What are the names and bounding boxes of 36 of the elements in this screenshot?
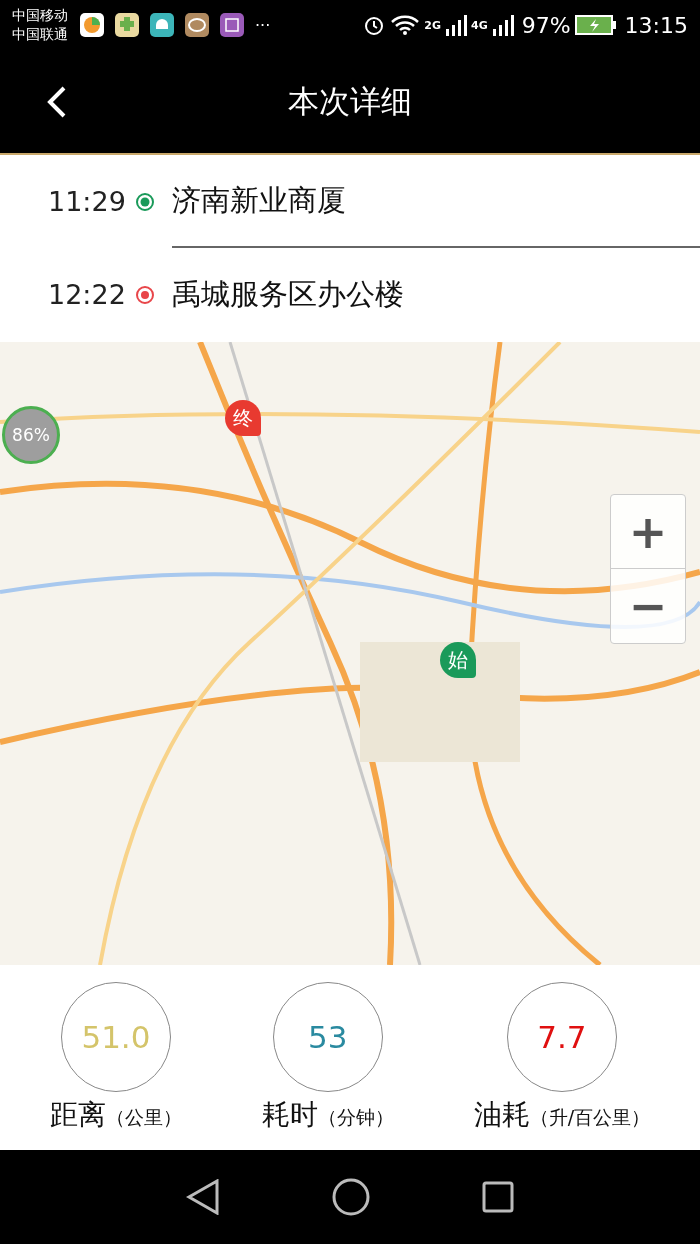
wifi-icon [390, 14, 421, 36]
app-icon [185, 13, 209, 37]
carrier-name: 中国移动 [12, 6, 68, 25]
stat-unit: （公里） [105, 1104, 182, 1130]
home-icon[interactable] [332, 1178, 370, 1216]
signal-icon [491, 14, 514, 36]
stop-name: 济南新业商厦 [172, 155, 700, 248]
stat-value: 51.0 [81, 1018, 151, 1055]
zoom-in-button[interactable]: + [611, 495, 685, 569]
page-title: 本次详细 [287, 81, 413, 121]
app-icon [220, 13, 244, 37]
app-icon [80, 13, 104, 37]
back-icon[interactable] [186, 1179, 220, 1215]
stat-unit: （分钟） [317, 1104, 394, 1130]
stat-label: 油耗 [473, 1096, 530, 1133]
app-icon [115, 13, 139, 37]
stat-value: 7.7 [537, 1018, 587, 1055]
stop-time: 12:22 [48, 279, 127, 310]
stat-unit: （升/百公里） [529, 1104, 651, 1130]
battery-icon [574, 15, 617, 35]
app-icon [150, 13, 174, 37]
carrier-name: 中国联通 [12, 25, 68, 44]
clock-time: 13:15 [624, 12, 688, 38]
stop-name: 禹城服务区办公楼 [172, 275, 405, 313]
stop-time: 11:29 [48, 186, 127, 217]
zoom-out-button[interactable]: − [611, 569, 685, 643]
battery-percent: 97% [521, 12, 571, 38]
signal-icon [445, 14, 467, 36]
network-type: 4G [471, 18, 488, 32]
stat-label: 距离 [49, 1096, 106, 1133]
stat-value: 53 [308, 1018, 348, 1055]
recent-apps-icon[interactable] [482, 1181, 514, 1213]
back-icon [46, 84, 68, 119]
network-type: 2G [424, 18, 441, 32]
more-indicator: ··· [255, 15, 271, 35]
stat-label: 耗时 [261, 1096, 318, 1133]
